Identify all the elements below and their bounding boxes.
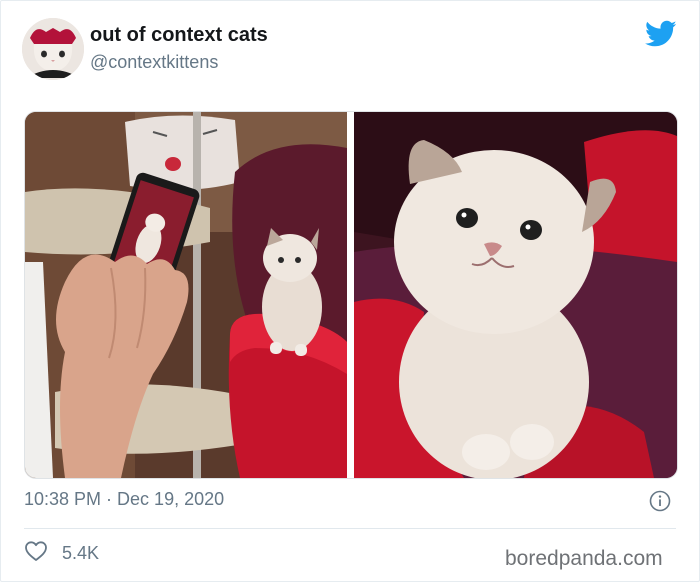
like-count: 5.4K	[62, 543, 100, 563]
user-handle[interactable]: @contextkittens	[90, 52, 218, 73]
display-name[interactable]: out of context cats	[90, 24, 268, 47]
twitter-bird-icon[interactable]	[645, 20, 677, 48]
source-watermark: boredpanda.com	[505, 547, 663, 570]
tweet-timestamp[interactable]: 10:38 PM · Dec 19, 2020	[24, 489, 224, 510]
info-icon[interactable]	[649, 490, 671, 512]
kitten-watching-phone-photo[interactable]	[25, 112, 347, 478]
divider	[24, 528, 676, 529]
avatar[interactable]	[22, 18, 84, 80]
heart-icon[interactable]	[24, 540, 48, 567]
tweet-media[interactable]	[24, 111, 678, 479]
like-action[interactable]: 5.4K	[24, 540, 99, 567]
kitten-closeup-photo[interactable]	[354, 112, 677, 478]
